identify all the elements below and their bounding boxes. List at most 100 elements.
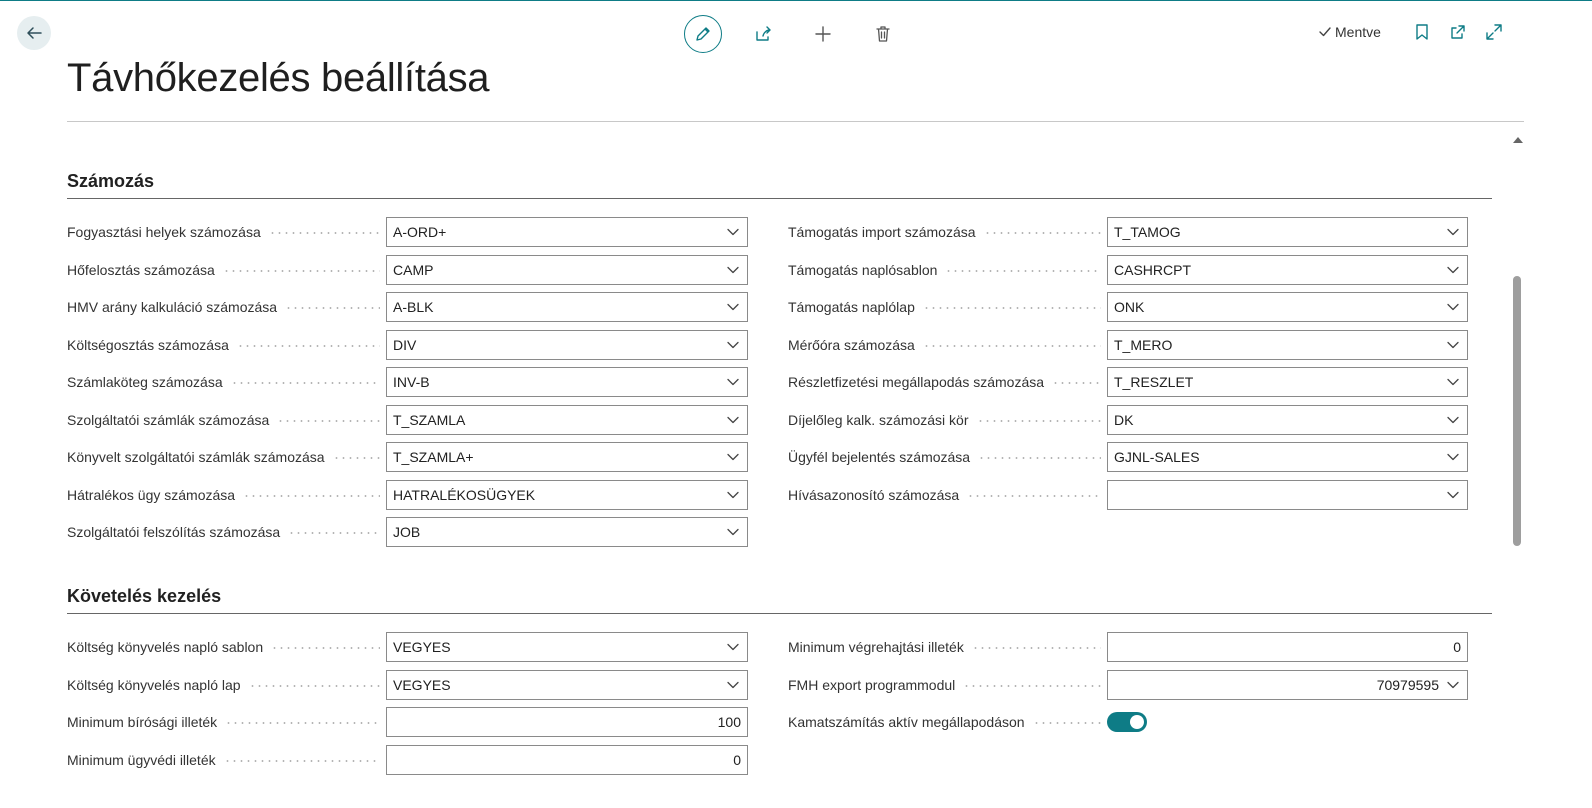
field-label: Támogatás naplósablon (788, 262, 938, 278)
field-value: VEGYES (393, 639, 451, 655)
number-input[interactable]: 0 (1107, 632, 1468, 662)
chevron-down-icon[interactable] (725, 449, 741, 465)
chevron-down-icon[interactable] (1445, 374, 1461, 390)
dotted-leader (1052, 382, 1101, 384)
field-value: 70979595 (1376, 677, 1439, 693)
chevron-down-icon[interactable] (725, 337, 741, 353)
select-input[interactable] (1107, 480, 1468, 510)
form-field: Minimum végrehajtási illeték 0 (788, 632, 1468, 662)
section-divider (67, 198, 1492, 199)
save-status: Mentve (1318, 24, 1381, 40)
new-button[interactable] (804, 15, 842, 53)
chevron-down-icon[interactable] (1445, 224, 1461, 240)
field-value: HATRALÉKOSÜGYEK (393, 487, 536, 503)
select-input[interactable]: HATRALÉKOSÜGYEK (386, 480, 748, 510)
field-label: FMH export programmodul (788, 677, 956, 693)
select-input[interactable]: T_TAMOG (1107, 217, 1468, 247)
chevron-down-icon[interactable] (1445, 412, 1461, 428)
caret-up-icon[interactable] (1513, 137, 1523, 143)
field-label: Mérőóra számozása (788, 337, 915, 353)
select-input[interactable]: CASHRCPT (1107, 255, 1468, 285)
dotted-leader (967, 495, 1101, 497)
bookmark-button[interactable] (1411, 20, 1433, 44)
plus-icon (815, 26, 831, 42)
field-label: Számlaköteg számozása (67, 374, 223, 390)
share-button[interactable] (744, 15, 782, 53)
dotted-leader (277, 420, 380, 422)
expand-button[interactable] (1483, 20, 1505, 44)
edit-button[interactable] (684, 15, 722, 53)
field-label: Hátralékos ügy számozása (67, 487, 236, 503)
back-arrow-icon (27, 27, 42, 39)
form-field: Kamatszámítás aktív megállapodáson (788, 707, 1468, 737)
form-field: Könyvelt szolgáltatói számlák számozása T… (67, 442, 748, 472)
field-label: Hőfelosztás számozása (67, 262, 215, 278)
chevron-down-icon[interactable] (725, 677, 741, 693)
select-input[interactable]: DK (1107, 405, 1468, 435)
chevron-down-icon[interactable] (725, 524, 741, 540)
field-value: T_RESZLET (1114, 374, 1194, 390)
field-value: CAMP (393, 262, 434, 278)
field-label: Minimum végrehajtási illeték (788, 639, 964, 655)
select-input[interactable]: T_SZAMLA+ (386, 442, 748, 472)
delete-button[interactable] (864, 15, 902, 53)
field-label: Költség könyvelés napló sablon (67, 639, 264, 655)
number-input[interactable]: 0 (386, 745, 748, 775)
chevron-down-icon[interactable] (725, 487, 741, 503)
page-title: Távhőkezelés beállítása (67, 56, 490, 100)
form-field: FMH export programmodul 70979595 (788, 670, 1468, 700)
field-value: 0 (733, 752, 741, 768)
expand-icon (1486, 24, 1502, 40)
select-input[interactable]: A-BLK (386, 292, 748, 322)
field-value: T_MERO (1114, 337, 1173, 353)
number-input[interactable]: 100 (386, 707, 748, 737)
select-input[interactable]: CAMP (386, 255, 748, 285)
dotted-leader (223, 270, 380, 272)
toggle-switch[interactable] (1107, 712, 1147, 732)
select-input[interactable]: DIV (386, 330, 748, 360)
chevron-down-icon[interactable] (725, 299, 741, 315)
field-label: Szolgáltatói számlák számozása (67, 412, 270, 428)
vertical-scrollbar[interactable] (1513, 276, 1521, 546)
field-value: GJNL-SALES (1114, 449, 1200, 465)
title-divider (67, 121, 1524, 122)
select-input[interactable]: T_SZAMLA (386, 405, 748, 435)
chevron-down-icon[interactable] (1445, 677, 1461, 693)
dotted-leader (984, 232, 1101, 234)
select-input[interactable]: T_RESZLET (1107, 367, 1468, 397)
section-title[interactable]: Követelés kezelés (67, 586, 221, 607)
chevron-down-icon[interactable] (1445, 262, 1461, 278)
chevron-down-icon[interactable] (725, 374, 741, 390)
field-label: Költség könyvelés napló lap (67, 677, 241, 693)
chevron-down-icon[interactable] (725, 412, 741, 428)
field-label: Díjelőleg kalk. számozási kör (788, 412, 969, 428)
dotted-leader (243, 495, 380, 497)
section-title[interactable]: Számozás (67, 171, 154, 192)
select-input[interactable]: GJNL-SALES (1107, 442, 1468, 472)
chevron-down-icon[interactable] (725, 639, 741, 655)
dotted-leader (963, 685, 1101, 687)
select-input[interactable]: INV-B (386, 367, 748, 397)
select-input[interactable]: T_MERO (1107, 330, 1468, 360)
select-input[interactable]: JOB (386, 517, 748, 547)
open-new-window-button[interactable] (1447, 20, 1469, 44)
chevron-down-icon[interactable] (1445, 449, 1461, 465)
field-label: Támogatás naplólap (788, 299, 915, 315)
form-field: Támogatás import számozása T_TAMOG (788, 217, 1468, 247)
select-input[interactable]: A-ORD+ (386, 217, 748, 247)
chevron-down-icon[interactable] (725, 262, 741, 278)
chevron-down-icon[interactable] (1445, 299, 1461, 315)
dotted-leader (285, 307, 380, 309)
select-input[interactable]: 70979595 (1107, 670, 1468, 700)
select-input[interactable]: VEGYES (386, 670, 748, 700)
select-input[interactable]: VEGYES (386, 632, 748, 662)
field-value: VEGYES (393, 677, 451, 693)
dotted-leader (231, 382, 380, 384)
back-button[interactable] (17, 16, 51, 50)
save-status-label: Mentve (1335, 24, 1381, 40)
field-label: Fogyasztási helyek számozása (67, 224, 261, 240)
chevron-down-icon[interactable] (1445, 487, 1461, 503)
chevron-down-icon[interactable] (725, 224, 741, 240)
select-input[interactable]: ONK (1107, 292, 1468, 322)
chevron-down-icon[interactable] (1445, 337, 1461, 353)
